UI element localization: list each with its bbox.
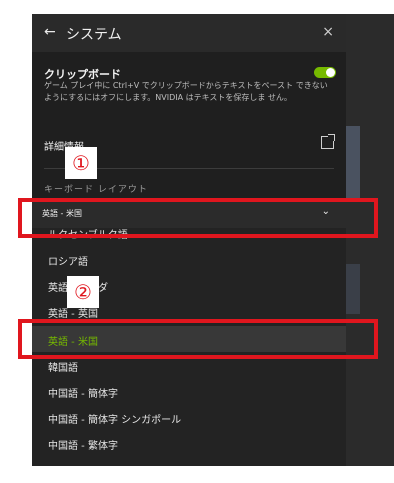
- toggle-knob: [326, 68, 335, 77]
- dropdown-option[interactable]: 中国語 - 簡体字: [48, 385, 118, 400]
- highlight-box-1: [18, 198, 378, 238]
- highlight-box-2: [18, 319, 378, 359]
- dropdown-option[interactable]: 中国語 - 繁体字: [48, 437, 118, 452]
- background-app-area: [346, 14, 394, 466]
- close-icon[interactable]: ×: [322, 24, 334, 40]
- back-arrow-icon[interactable]: ←: [44, 24, 56, 40]
- dropdown-option[interactable]: 韓国語: [48, 359, 78, 374]
- annotation-badge-2: ②: [67, 276, 99, 308]
- keyboard-layout-label: キーボード レイアウト: [44, 185, 148, 195]
- clipboard-toggle[interactable]: [314, 67, 336, 78]
- background-strip: [346, 126, 360, 202]
- clipboard-description: ゲーム プレイ中に Ctrl+V でクリップボードからテキストをペースト できな…: [44, 81, 328, 102]
- external-link-icon[interactable]: [321, 134, 335, 149]
- panel-title: システム: [66, 27, 122, 43]
- annotation-badge-1: ①: [65, 147, 97, 179]
- dropdown-option[interactable]: ロシア語: [48, 253, 88, 268]
- panel-header: ← システム ×: [32, 14, 346, 52]
- settings-panel: ← システム × クリップボード ゲーム プレイ中に Ctrl+V でクリップボ…: [32, 14, 346, 466]
- background-strip: [346, 264, 360, 314]
- dropdown-option[interactable]: 中国語 - 簡体字 シンガポール: [48, 411, 181, 426]
